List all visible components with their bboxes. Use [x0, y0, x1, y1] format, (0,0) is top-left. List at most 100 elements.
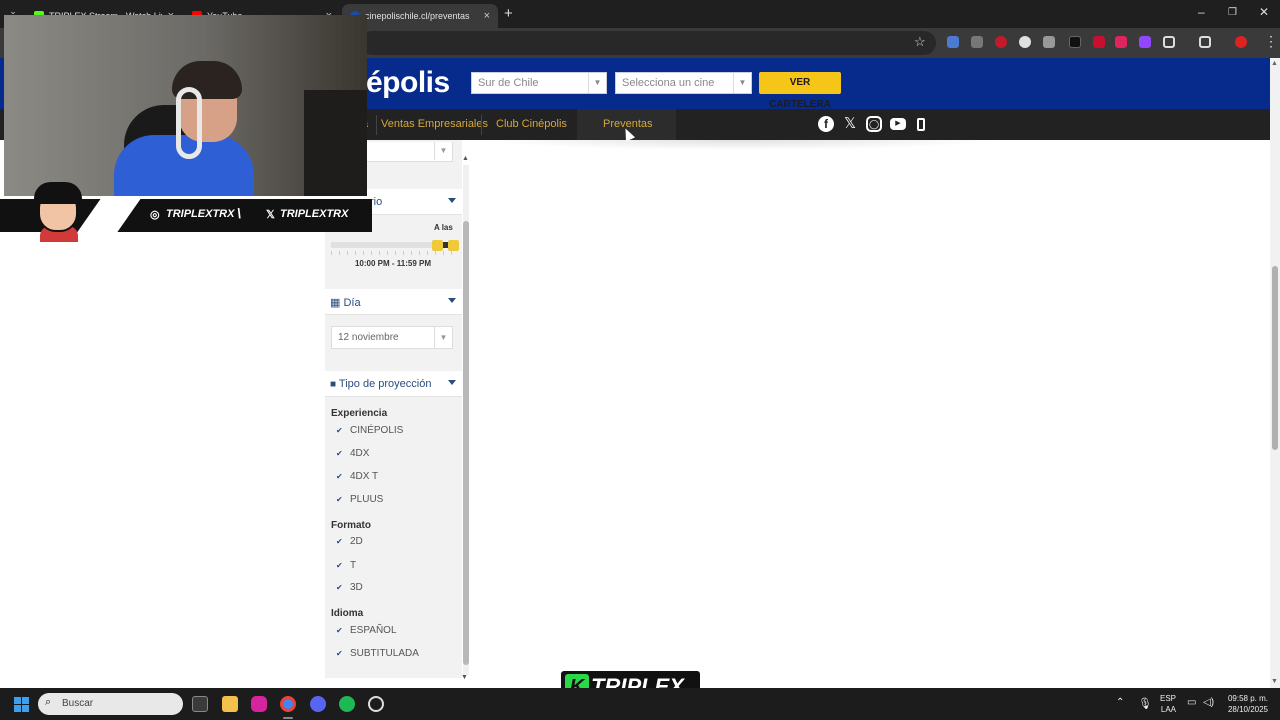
page-scrollbar[interactable]: ▲ ▼: [1270, 58, 1280, 688]
tab-title: cinepolischile.cl/preventas: [365, 11, 470, 21]
filter-panel-scrollbar[interactable]: ▲: [462, 155, 469, 680]
checkbox-label: T: [350, 560, 357, 571]
slider-label: A las: [434, 223, 453, 232]
scrollbar-thumb[interactable]: [1272, 266, 1278, 450]
filter-head-label: Tipo de proyección: [338, 378, 432, 390]
nav-item-ventas-empresariales[interactable]: Ventas Empresariales: [381, 118, 488, 130]
extension-icon[interactable]: [995, 36, 1007, 48]
region-select[interactable]: Sur de Chile ▼: [471, 72, 607, 94]
banner-instagram-handle: TRIPLEXTRX: [166, 208, 235, 220]
checkbox-pluus[interactable]: ✔ PLUUS: [336, 494, 383, 505]
scroll-down-icon[interactable]: ▼: [1271, 678, 1278, 685]
filter-head-tipo-proyeccion[interactable]: ■ Tipo de proyección: [325, 371, 462, 397]
extension-icon[interactable]: [1019, 36, 1031, 48]
spotify-icon[interactable]: [339, 696, 355, 712]
cinema-select-value: Selecciona un cine: [622, 77, 715, 89]
region-select-value: Sur de Chile: [478, 77, 539, 89]
facebook-icon[interactable]: f: [818, 116, 834, 132]
cinema-select[interactable]: Selecciona un cine ▼: [615, 72, 752, 94]
checkbox-subtitulada[interactable]: ✔ SUBTITULADA: [336, 648, 419, 659]
checkbox-label: 4DX T: [350, 471, 379, 482]
youtube-icon[interactable]: ▶: [890, 118, 906, 130]
time-slider-handle-end[interactable]: [448, 240, 459, 251]
bookmark-star-icon[interactable]: ☆: [914, 34, 926, 50]
clock-time[interactable]: 09:58 p. m.: [1212, 694, 1268, 703]
active-app-indicator: [283, 717, 293, 719]
projector-icon: ■: [330, 379, 337, 390]
check-icon: ✔: [336, 561, 343, 570]
check-icon: ✔: [336, 626, 343, 635]
dia-select[interactable]: 12 noviembre ▼: [331, 326, 453, 349]
instagram-icon: ◎: [150, 209, 160, 221]
network-icon[interactable]: ▭: [1187, 697, 1196, 708]
check-icon: ✔: [336, 537, 343, 546]
checkbox-3d[interactable]: ✔ 3D: [336, 582, 363, 593]
language-indicator[interactable]: ESP: [1158, 694, 1176, 703]
chrome-icon[interactable]: [280, 696, 296, 712]
microphone-icon[interactable]: 🎙: [1138, 697, 1152, 710]
checkbox-label: CINÉPOLIS: [350, 425, 404, 436]
slider-ticks: [331, 251, 459, 255]
checkbox-cinepolis[interactable]: ✔ CINÉPOLIS: [336, 425, 403, 436]
time-range-value: 10:00 PM - 11:59 PM: [354, 259, 432, 268]
time-slider-handle-start[interactable]: [432, 240, 443, 251]
scrollbar-thumb[interactable]: [463, 221, 469, 665]
address-bar[interactable]: [360, 31, 936, 55]
filter-head-label: Día: [343, 297, 361, 309]
task-view-icon[interactable]: [192, 696, 208, 712]
maximize-button[interactable]: ❐: [1228, 7, 1237, 18]
chevron-down-icon: [448, 298, 456, 303]
extension-icon[interactable]: [947, 36, 959, 48]
checkbox-4dx-t[interactable]: ✔ 4DX T: [336, 471, 378, 482]
instagram-icon[interactable]: ◯: [866, 116, 882, 132]
chevron-down-icon: [448, 380, 456, 385]
obs-icon[interactable]: [368, 696, 384, 712]
x-icon: 𝕏: [266, 209, 275, 221]
file-explorer-icon[interactable]: [222, 696, 238, 712]
check-icon: ✔: [336, 426, 343, 435]
new-tab-button[interactable]: +: [504, 5, 513, 22]
instagram-app-icon[interactable]: [251, 696, 267, 712]
profile-avatar[interactable]: [1235, 36, 1247, 48]
screenshot-icon[interactable]: [1199, 36, 1211, 48]
discord-icon[interactable]: [310, 696, 326, 712]
filter-head-dia[interactable]: ▦ Día: [325, 289, 462, 315]
tray-chevron-up-icon[interactable]: ⌃: [1116, 697, 1124, 708]
nav-divider: [376, 115, 377, 135]
nav-item-club-cinepolis[interactable]: Club Cinépolis: [496, 118, 567, 130]
screen: ⌄ TRIPLEX Stream - Watch Live on × YouTu…: [0, 0, 1280, 720]
scroll-up-icon[interactable]: ▲: [462, 155, 469, 162]
check-icon: ✔: [336, 649, 343, 658]
scroll-up-icon[interactable]: ▲: [1271, 60, 1278, 67]
banner-separator: \: [237, 205, 241, 221]
checkbox-t[interactable]: ✔ T: [336, 560, 356, 571]
chevron-down-icon: ▼: [588, 73, 606, 93]
x-icon[interactable]: 𝕏: [842, 116, 858, 132]
checkbox-label: ESPAÑOL: [350, 625, 397, 636]
extension-icon[interactable]: [1115, 36, 1127, 48]
mobile-icon[interactable]: [917, 118, 925, 131]
taskbar-search[interactable]: ⌕ Buscar: [38, 693, 183, 715]
extension-icon[interactable]: [1139, 36, 1151, 48]
checkbox-2d[interactable]: ✔ 2D: [336, 536, 363, 547]
extensions-puzzle-icon[interactable]: [1163, 36, 1175, 48]
scroll-down-icon[interactable]: ▼: [461, 674, 468, 681]
close-tab-icon[interactable]: ×: [484, 10, 490, 22]
cinepolis-logo[interactable]: épolis: [366, 66, 450, 100]
clock-date: 28/10/2025: [1227, 705, 1268, 714]
extension-icon[interactable]: [1069, 36, 1081, 48]
checkbox-4dx[interactable]: ✔ 4DX: [336, 448, 369, 459]
windows-start-icon[interactable]: [14, 697, 29, 712]
windows-taskbar: ⌕ Buscar ⌃ 🎙 ESP LAA ▭ ◁) 09:58 p. m. 28…: [0, 688, 1280, 720]
nav-divider: [481, 115, 482, 135]
extension-icon[interactable]: [971, 36, 983, 48]
ver-cartelera-button[interactable]: VER CARTELERA: [759, 72, 841, 110]
dia-select-value: 12 noviembre: [338, 332, 399, 343]
minimize-button[interactable]: –: [1198, 5, 1205, 19]
window-close-button[interactable]: ✕: [1259, 5, 1269, 19]
checkbox-espanol[interactable]: ✔ ESPAÑOL: [336, 625, 397, 636]
taskbar-search-placeholder: Buscar: [62, 698, 94, 709]
extension-icon[interactable]: [1093, 36, 1105, 48]
browser-menu-icon[interactable]: ⋮: [1264, 33, 1278, 50]
extension-icon[interactable]: [1043, 36, 1055, 48]
